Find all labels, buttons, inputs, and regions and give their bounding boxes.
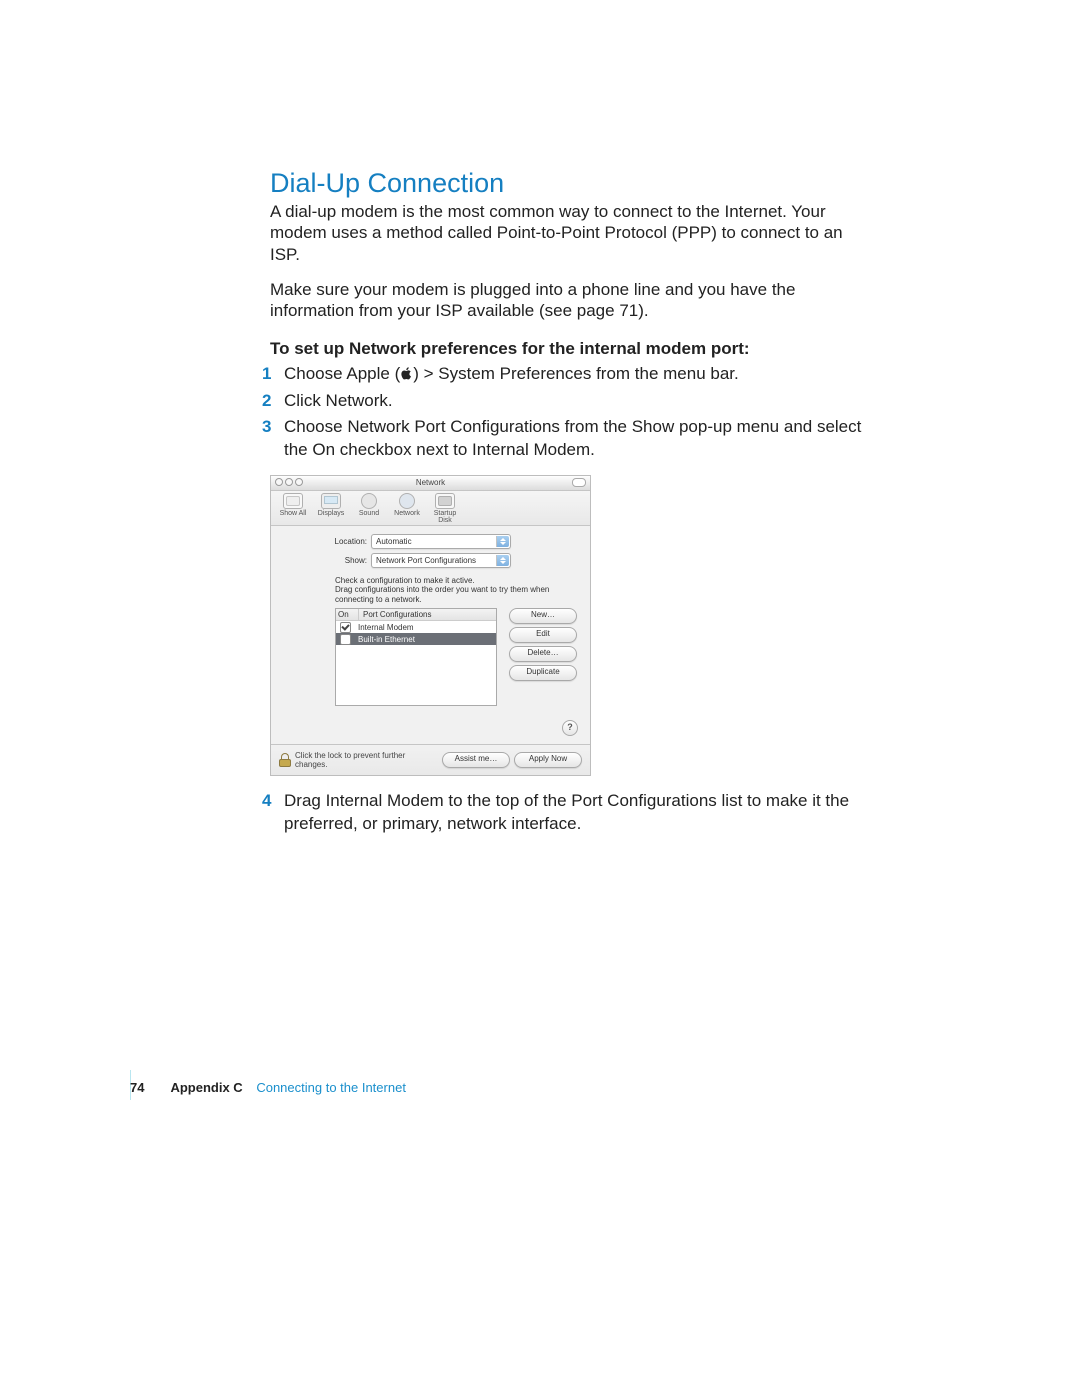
- col-on: On: [336, 609, 359, 620]
- step-4-text: Drag Internal Modem to the top of the Po…: [284, 791, 849, 832]
- toolbar-displays[interactable]: Displays: [313, 493, 349, 524]
- window-traffic-lights[interactable]: [275, 478, 303, 486]
- location-row: Location: Automatic: [319, 534, 582, 549]
- step-1-text-prefix: Choose Apple (: [284, 364, 400, 383]
- row-checkbox-cell[interactable]: [336, 622, 354, 633]
- section-title: Dial-Up Connection: [270, 168, 870, 199]
- intro-paragraph-2: Make sure your modem is plugged into a p…: [270, 279, 870, 322]
- startup-disk-icon: [435, 493, 455, 509]
- col-port-configurations: Port Configurations: [359, 609, 496, 620]
- toolbar-show-all[interactable]: Show All: [275, 493, 311, 524]
- step-1: 1 Choose Apple () > System Preferences f…: [270, 363, 870, 386]
- toolbar-label: Sound: [351, 510, 387, 517]
- step-number: 4: [262, 790, 271, 812]
- location-select[interactable]: Automatic: [371, 534, 511, 549]
- page-footer: 74 Appendix C Connecting to the Internet: [130, 1080, 406, 1095]
- toolbar-label: Startup Disk: [427, 510, 463, 524]
- table-row-internal-modem[interactable]: Internal Modem: [336, 621, 496, 633]
- row-label: Internal Modem: [354, 623, 496, 632]
- instructions-line: Check a configuration to make it active.: [335, 576, 582, 586]
- step-3: 3 Choose Network Port Configurations fro…: [270, 416, 870, 460]
- apply-now-button[interactable]: Apply Now: [514, 752, 582, 768]
- new-button[interactable]: New…: [509, 608, 577, 624]
- show-value: Network Port Configurations: [376, 556, 476, 565]
- chevron-updown-icon: [496, 555, 509, 566]
- minimize-icon[interactable]: [285, 478, 293, 486]
- preferences-body: Location: Automatic Show: Network Port C…: [271, 526, 590, 745]
- table-header: On Port Configurations: [336, 609, 496, 621]
- procedure-heading: To set up Network preferences for the in…: [270, 339, 870, 359]
- step-2-text: Click Network.: [284, 391, 393, 410]
- help-button[interactable]: ?: [562, 720, 578, 736]
- checkbox-icon[interactable]: [340, 634, 351, 645]
- toolbar-label: Network: [389, 510, 425, 517]
- toolbar-label: Displays: [313, 510, 349, 517]
- location-value: Automatic: [376, 537, 412, 546]
- toolbar-toggle-icon[interactable]: [572, 478, 586, 487]
- toolbar-sound[interactable]: Sound: [351, 493, 387, 524]
- show-label: Show:: [319, 556, 367, 565]
- lock-text: Click the lock to prevent further change…: [295, 751, 438, 769]
- close-icon[interactable]: [275, 478, 283, 486]
- window-titlebar: Network: [271, 476, 590, 491]
- show-row: Show: Network Port Configurations: [319, 553, 582, 568]
- apple-logo-icon: [400, 364, 413, 386]
- table-row-built-in-ethernet[interactable]: Built-in Ethernet: [336, 633, 496, 645]
- step-number: 1: [262, 363, 271, 385]
- instructions-text: Check a configuration to make it active.…: [335, 576, 582, 605]
- step-number: 2: [262, 390, 271, 412]
- toolbar-label: Show All: [275, 510, 311, 517]
- preferences-toolbar: Show All Displays Sound Network Startup …: [271, 491, 590, 526]
- delete-button[interactable]: Delete…: [509, 646, 577, 662]
- step-1-text-suffix: ) > System Preferences from the menu bar…: [413, 364, 739, 383]
- edit-button[interactable]: Edit: [509, 627, 577, 643]
- port-buttons-column: New… Edit Delete… Duplicate: [509, 608, 577, 706]
- chapter-title: Connecting to the Internet: [256, 1080, 406, 1095]
- row-label: Built-in Ethernet: [354, 635, 496, 644]
- procedure-steps: 1 Choose Apple () > System Preferences f…: [270, 363, 870, 460]
- lock-icon[interactable]: [279, 753, 291, 767]
- chevron-updown-icon: [496, 536, 509, 547]
- show-all-icon: [283, 493, 303, 509]
- step-3-text: Choose Network Port Configurations from …: [284, 417, 861, 458]
- instructions-line: Drag configurations into the order you w…: [335, 585, 582, 595]
- show-select[interactable]: Network Port Configurations: [371, 553, 511, 568]
- appendix-label: Appendix C: [170, 1080, 242, 1095]
- port-configurations-area: On Port Configurations Internal Modem Bu…: [335, 608, 582, 706]
- intro-paragraph-1: A dial-up modem is the most common way t…: [270, 201, 870, 265]
- port-configurations-table[interactable]: On Port Configurations Internal Modem Bu…: [335, 608, 497, 706]
- table-empty-space: [336, 645, 496, 705]
- step-number: 3: [262, 416, 271, 438]
- preferences-footer: Click the lock to prevent further change…: [271, 744, 590, 775]
- window-title: Network: [416, 478, 445, 487]
- network-icon: [399, 493, 415, 509]
- toolbar-network[interactable]: Network: [389, 493, 425, 524]
- page: Dial-Up Connection A dial-up modem is th…: [0, 0, 1080, 1397]
- help-row: ?: [279, 710, 578, 736]
- step-2: 2 Click Network.: [270, 390, 870, 412]
- row-checkbox-cell[interactable]: [336, 634, 354, 645]
- sound-icon: [361, 493, 377, 509]
- step-4: 4 Drag Internal Modem to the top of the …: [270, 790, 870, 834]
- location-label: Location:: [319, 537, 367, 546]
- toolbar-startup-disk[interactable]: Startup Disk: [427, 493, 463, 524]
- procedure-steps-continued: 4 Drag Internal Modem to the top of the …: [270, 790, 870, 834]
- duplicate-button[interactable]: Duplicate: [509, 665, 577, 681]
- page-number: 74: [130, 1080, 144, 1095]
- zoom-icon[interactable]: [295, 478, 303, 486]
- network-preferences-screenshot: Network Show All Displays Sound Network: [270, 475, 591, 777]
- instructions-line: connecting to a network.: [335, 595, 582, 605]
- displays-icon: [321, 493, 341, 509]
- assist-me-button[interactable]: Assist me…: [442, 752, 510, 768]
- checkbox-icon[interactable]: [340, 622, 351, 633]
